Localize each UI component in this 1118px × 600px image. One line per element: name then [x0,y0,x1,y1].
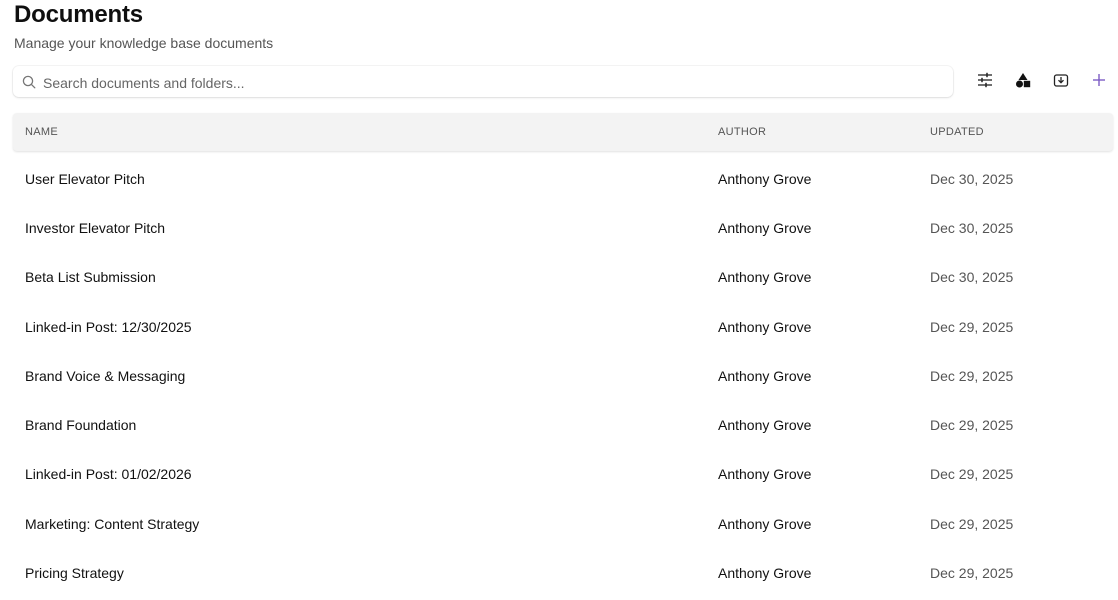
document-updated: Dec 29, 2025 [930,417,1014,433]
document-name[interactable]: Investor Elevator Pitch [25,220,165,236]
column-header-name[interactable]: NAME [25,126,58,138]
document-name[interactable]: Linked-in Post: 12/30/2025 [25,319,192,335]
document-updated: Dec 30, 2025 [930,220,1014,236]
document-author: Anthony Grove [718,171,812,187]
import-button[interactable] [1051,72,1071,92]
document-updated: Dec 29, 2025 [930,516,1014,532]
document-updated: Dec 29, 2025 [930,319,1014,335]
table-row[interactable]: Marketing: Content Strategy Anthony Grov… [13,500,1113,549]
table-row[interactable]: Brand Voice & Messaging Anthony Grove De… [13,352,1113,401]
document-updated: Dec 29, 2025 [930,466,1014,482]
document-name[interactable]: Brand Foundation [25,417,136,433]
document-updated: Dec 29, 2025 [930,368,1014,384]
document-author: Anthony Grove [718,368,812,384]
document-name[interactable]: Pricing Strategy [25,565,124,581]
add-document-button[interactable] [1089,72,1109,92]
plus-icon [1091,72,1107,93]
table-header: NAME AUTHOR UPDATED [13,113,1113,151]
documents-page: Documents Manage your knowledge base doc… [0,0,1118,600]
column-header-author[interactable]: AUTHOR [718,126,766,138]
document-author: Anthony Grove [718,319,812,335]
page-title: Documents [14,1,143,28]
table-row[interactable]: Brand Foundation Anthony Grove Dec 29, 2… [13,401,1113,450]
filter-button[interactable] [975,72,995,92]
document-updated: Dec 29, 2025 [930,565,1014,581]
table-row[interactable]: Investor Elevator Pitch Anthony Grove De… [13,204,1113,253]
sliders-icon [977,72,993,93]
table-row[interactable]: Linked-in Post: 01/02/2026 Anthony Grove… [13,450,1113,499]
page-subtitle: Manage your knowledge base documents [14,35,274,51]
search-bar[interactable] [13,66,953,99]
table-row[interactable]: Beta List Submission Anthony Grove Dec 3… [13,253,1113,302]
search-input[interactable] [41,66,945,99]
document-author: Anthony Grove [718,565,812,581]
document-author: Anthony Grove [718,516,812,532]
document-name[interactable]: Brand Voice & Messaging [25,368,185,384]
category-button[interactable] [1013,72,1033,92]
document-author: Anthony Grove [718,466,812,482]
document-name[interactable]: Linked-in Post: 01/02/2026 [25,466,192,482]
document-name[interactable]: Beta List Submission [25,269,156,285]
table-row[interactable]: Pricing Strategy Anthony Grove Dec 29, 2… [13,549,1113,598]
document-name[interactable]: User Elevator Pitch [25,171,145,187]
document-updated: Dec 30, 2025 [930,171,1014,187]
table-row[interactable]: User Elevator Pitch Anthony Grove Dec 30… [13,155,1113,204]
document-updated: Dec 30, 2025 [930,269,1014,285]
document-name[interactable]: Marketing: Content Strategy [25,516,199,532]
table-row[interactable]: Linked-in Post: 12/30/2025 Anthony Grove… [13,303,1113,352]
import-icon [1053,72,1069,93]
column-header-updated[interactable]: UPDATED [930,126,984,138]
search-icon [22,75,36,89]
shapes-icon [1015,72,1031,93]
document-author: Anthony Grove [718,417,812,433]
document-author: Anthony Grove [718,269,812,285]
document-author: Anthony Grove [718,220,812,236]
